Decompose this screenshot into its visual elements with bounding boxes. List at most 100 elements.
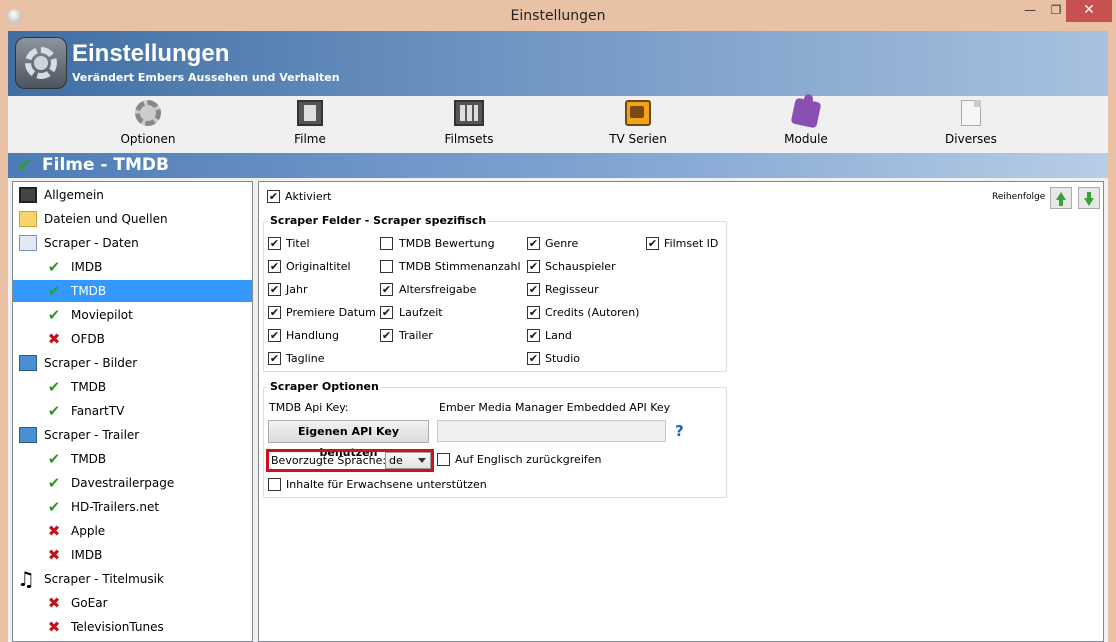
- tree-item-scraper-trailer[interactable]: Scraper - Trailer: [13, 424, 252, 446]
- field-tmdb-bewertung-checkbox[interactable]: [380, 237, 393, 250]
- tree-item-hd-trailers[interactable]: ✔ HD-Trailers.net: [13, 496, 252, 518]
- field-credits-checkbox[interactable]: ✔: [527, 306, 540, 319]
- language-label: Bevorzugte Sprache:: [271, 454, 387, 467]
- field-land-checkbox[interactable]: ✔: [527, 329, 540, 342]
- activated-checkbox[interactable]: ✔: [267, 190, 280, 203]
- move-up-button[interactable]: [1050, 187, 1072, 209]
- field-studio-checkbox[interactable]: ✔: [527, 352, 540, 365]
- check-icon: ✔: [17, 155, 33, 176]
- own-api-key-button[interactable]: Eigenen API Key benutzen: [268, 420, 429, 459]
- field-genre-checkbox[interactable]: ✔: [527, 237, 540, 250]
- x-icon: ✖: [47, 594, 61, 612]
- adult-content-checkbox[interactable]: [268, 478, 281, 491]
- move-down-button[interactable]: [1078, 187, 1100, 209]
- tv-icon: [625, 100, 651, 126]
- tree-item-label: Apple: [71, 524, 106, 538]
- toolbar-optionen[interactable]: Optionen: [98, 100, 198, 146]
- tree-item-imdb-trailer[interactable]: ✖ IMDB: [13, 544, 252, 566]
- tree-item-scraper-bilder[interactable]: Scraper - Bilder: [13, 352, 252, 374]
- tree-item-label: FanartTV: [71, 404, 125, 418]
- document-icon: [961, 100, 981, 126]
- tree-item-label: TMDB: [71, 284, 107, 298]
- close-button[interactable]: ✕: [1066, 0, 1112, 22]
- toolbar-label: Filmsets: [444, 132, 494, 146]
- field-tmdb-stimmen-label: TMDB Stimmenanzahl: [399, 260, 521, 273]
- tree-item-scraper-titelmusik[interactable]: ♫ Scraper - Titelmusik: [13, 568, 252, 590]
- toolbar-diverses[interactable]: Diverses: [921, 100, 1021, 146]
- field-altersfreigabe-checkbox[interactable]: ✔: [380, 283, 393, 296]
- help-icon[interactable]: ?: [675, 422, 684, 440]
- toolbar-module[interactable]: Module: [756, 97, 856, 146]
- field-tagline-label: Tagline: [286, 352, 325, 365]
- check-icon: ✔: [47, 402, 61, 420]
- tree-item-label: Allgemein: [44, 188, 104, 202]
- field-tmdb-bewertung-label: TMDB Bewertung: [399, 237, 495, 250]
- toolbar-label: Diverses: [945, 132, 997, 146]
- tree-item-televisiontunes[interactable]: ✖ TelevisionTunes: [13, 616, 252, 638]
- order-label: Reihenfolge: [992, 192, 1046, 202]
- tree-item-moviepilot[interactable]: ✔ Moviepilot: [13, 304, 252, 326]
- tree-item-label: TMDB: [71, 452, 107, 466]
- chevron-down-icon: [418, 458, 426, 463]
- check-icon: ✔: [47, 498, 61, 516]
- field-laufzeit-label: Laufzeit: [399, 306, 443, 319]
- toolbar-label: TV Serien: [609, 132, 667, 146]
- x-icon: ✖: [47, 618, 61, 636]
- tree-item-tmdb-trailer[interactable]: ✔ TMDB: [13, 448, 252, 470]
- field-handlung-checkbox[interactable]: ✔: [268, 329, 281, 342]
- field-titel-checkbox[interactable]: ✔: [268, 237, 281, 250]
- toolbar-label: Module: [784, 132, 828, 146]
- api-key-label: TMDB Api Key:: [269, 401, 349, 414]
- tree-item-scraper-daten[interactable]: Scraper - Daten: [13, 232, 252, 254]
- tree-item-imdb[interactable]: ✔ IMDB: [13, 256, 252, 278]
- music-icon: ♫: [17, 567, 35, 591]
- adult-content-label: Inhalte für Erwachsene unterstützen: [286, 478, 487, 491]
- fallback-english-checkbox[interactable]: [437, 453, 450, 466]
- tree-item-davestrailerpage[interactable]: ✔ Davestrailerpage: [13, 472, 252, 494]
- field-regisseur-checkbox[interactable]: ✔: [527, 283, 540, 296]
- field-filmset-id-label: Filmset ID: [664, 237, 719, 250]
- tree-item-ofdb[interactable]: ✖ OFDB: [13, 328, 252, 350]
- field-filmset-id-checkbox[interactable]: ✔: [646, 237, 659, 250]
- field-premiere-checkbox[interactable]: ✔: [268, 306, 281, 319]
- tree-item-goear[interactable]: ✖ GoEar: [13, 592, 252, 614]
- field-trailer-label: Trailer: [399, 329, 433, 342]
- scraper-options-title: Scraper Optionen: [268, 380, 381, 393]
- field-laufzeit-checkbox[interactable]: ✔: [380, 306, 393, 319]
- tree-item-apple[interactable]: ✖ Apple: [13, 520, 252, 542]
- toolbar-filmsets[interactable]: Filmsets: [419, 100, 519, 146]
- check-icon: ✔: [47, 378, 61, 396]
- field-tmdb-stimmen-checkbox[interactable]: [380, 260, 393, 273]
- tree-item-allgemein[interactable]: Allgemein: [13, 184, 252, 206]
- film-icon: [297, 100, 323, 126]
- field-jahr-checkbox[interactable]: ✔: [268, 283, 281, 296]
- tree-item-label: IMDB: [71, 548, 103, 562]
- toolbar-filme[interactable]: Filme: [260, 100, 360, 146]
- field-premiere-label: Premiere Datum: [286, 306, 376, 319]
- field-originaltitel-checkbox[interactable]: ✔: [268, 260, 281, 273]
- settings-tree[interactable]: Allgemein Dateien und Quellen Scraper - …: [12, 181, 253, 642]
- field-trailer-checkbox[interactable]: ✔: [380, 329, 393, 342]
- window-frame-right: [1108, 31, 1116, 642]
- minimize-button[interactable]: —: [1016, 0, 1044, 22]
- tree-item-label: TelevisionTunes: [71, 620, 164, 634]
- tree-item-tmdb-bilder[interactable]: ✔ TMDB: [13, 376, 252, 398]
- check-icon: ✔: [47, 474, 61, 492]
- tree-item-tmdb[interactable]: ✔ TMDB: [13, 280, 252, 302]
- window-titlebar: Einstellungen — ❐ ✕: [0, 0, 1116, 31]
- field-originaltitel-label: Originaltitel: [286, 260, 351, 273]
- tree-item-fanarttv[interactable]: ✔ FanartTV: [13, 400, 252, 422]
- tree-item-label: Moviepilot: [71, 308, 133, 322]
- tree-item-dateien[interactable]: Dateien und Quellen: [13, 208, 252, 230]
- puzzle-icon: [790, 97, 822, 129]
- field-tagline-checkbox[interactable]: ✔: [268, 352, 281, 365]
- image-icon: [19, 427, 37, 443]
- toolbar-tv-serien[interactable]: TV Serien: [588, 100, 688, 146]
- api-key-input[interactable]: [437, 420, 666, 442]
- section-title-bar: ✔ Filme - TMDB: [8, 153, 1108, 178]
- language-select[interactable]: de: [385, 452, 431, 469]
- toolbar-label: Filme: [294, 132, 326, 146]
- field-schauspieler-checkbox[interactable]: ✔: [527, 260, 540, 273]
- field-studio-label: Studio: [545, 352, 581, 365]
- check-icon: ✔: [47, 450, 61, 468]
